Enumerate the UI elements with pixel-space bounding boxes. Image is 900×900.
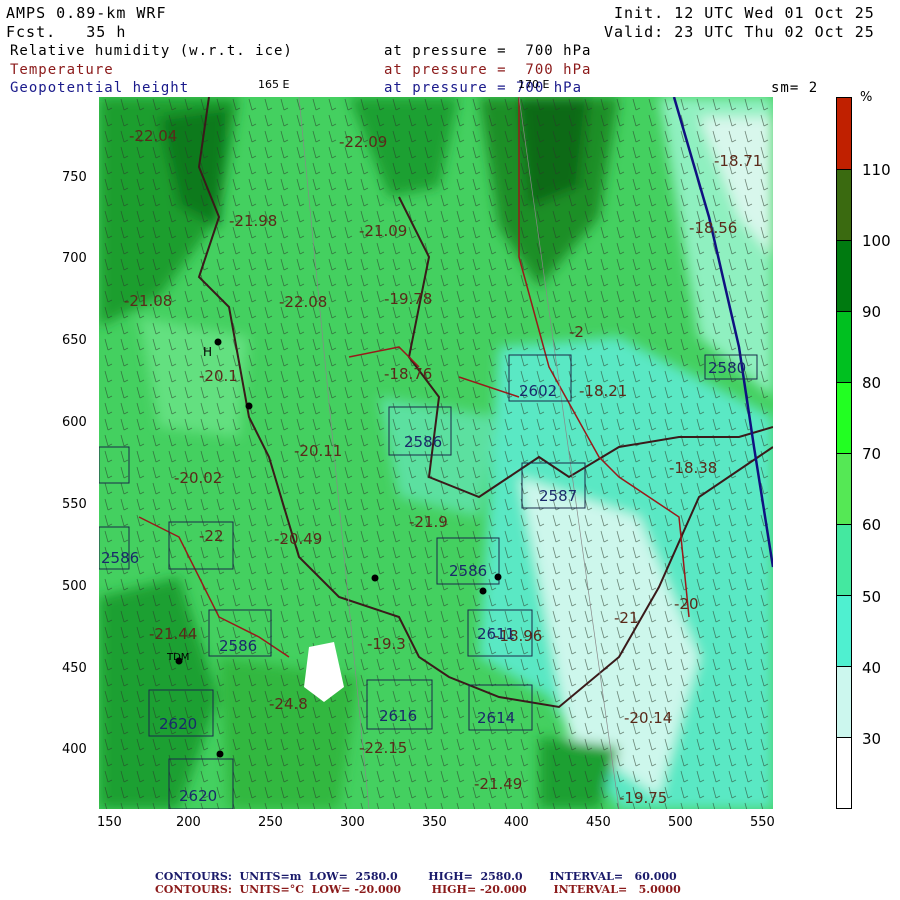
high-marker: H: [203, 345, 213, 359]
smoothing-label: sm= 2: [771, 80, 819, 96]
x-tick: 250: [258, 815, 283, 830]
temp-label: -22.04: [129, 127, 178, 145]
temp-label: -20.14: [624, 709, 673, 727]
field3-label: Geopotential height: [10, 80, 190, 96]
valid-time: Valid: 23 UTC Thu 02 Oct 25: [604, 23, 875, 41]
y-tick: 650: [62, 333, 87, 348]
y-tick: 700: [62, 251, 87, 266]
field1-label: Relative humidity (w.r.t. ice): [10, 43, 293, 59]
colorbar-segment: [837, 666, 851, 737]
height-label: 2586: [101, 549, 140, 567]
colorbar-label: 50: [862, 588, 882, 606]
colorbar-segment: [837, 240, 851, 311]
x-tick: 300: [340, 815, 365, 830]
height-label: 2586: [219, 637, 258, 655]
temp-label: -21.9: [409, 513, 448, 531]
model-title: AMPS 0.89-km WRF: [6, 4, 167, 22]
height-label: 2620: [179, 787, 218, 805]
temp-label: -21.08: [124, 292, 173, 310]
temp-label: -21.09: [359, 222, 408, 240]
field1-level: at pressure = 700 hPa: [384, 43, 592, 59]
footer-height-contours: CONTOURS: UNITS=m LOW= 2580.0 HIGH= 2580…: [155, 870, 677, 883]
colorbar-segment: [837, 453, 851, 524]
lon-170-label: 170 E: [518, 78, 550, 91]
x-tick: 400: [504, 815, 529, 830]
y-tick: 550: [62, 497, 87, 512]
temp-label: -2: [569, 323, 584, 341]
forecast-hour: Fcst. 35 h: [6, 23, 127, 41]
height-label: 2611: [477, 625, 516, 643]
colorbar-segment: [837, 98, 851, 169]
map-labels: -22.04 -22.09 -21.98 -21.09 -18.71 -18.5…: [99, 97, 773, 809]
temp-label: -21.98: [229, 212, 278, 230]
y-tick: 600: [62, 415, 87, 430]
temp-label: -20.02: [174, 469, 223, 487]
lon-165-label: 165 E: [258, 78, 290, 91]
x-tick: 500: [668, 815, 693, 830]
colorbar: [836, 97, 852, 809]
height-label: 2587: [539, 487, 578, 505]
init-time: Init. 12 UTC Wed 01 Oct 25: [614, 4, 875, 22]
temp-label: -21.49: [474, 775, 523, 793]
temp-label: -21: [614, 609, 639, 627]
temp-label: -18.21: [579, 382, 628, 400]
temp-label: -20.49: [274, 530, 323, 548]
field3-level: at pressure = 700 hPa: [384, 80, 583, 96]
colorbar-unit: %: [860, 90, 873, 105]
temp-label: -21.44: [149, 625, 198, 643]
temp-label: -20.11: [294, 442, 343, 460]
x-tick: 550: [750, 815, 775, 830]
field2-level: at pressure = 700 hPa: [384, 62, 592, 78]
y-tick: 400: [62, 742, 87, 757]
temp-label: -24.8: [269, 695, 308, 713]
temp-label: -22.08: [279, 293, 328, 311]
colorbar-label: 70: [862, 445, 882, 463]
colorbar-segment: [837, 595, 851, 666]
height-label: 2586: [404, 433, 443, 451]
colorbar-label: 30: [862, 730, 882, 748]
colorbar-segment: [837, 169, 851, 240]
colorbar-label: 90: [862, 303, 882, 321]
x-tick: 150: [97, 815, 122, 830]
temp-label: -22.15: [359, 739, 408, 757]
place-label: TDM: [167, 652, 190, 663]
height-label: 2602: [519, 382, 558, 400]
height-label: 2620: [159, 715, 198, 733]
colorbar-segment: [837, 311, 851, 382]
height-label: 2616: [379, 707, 418, 725]
footer-temp-contours: CONTOURS: UNITS=°C LOW= -20.000 HIGH= -2…: [155, 883, 681, 896]
colorbar-segment: [837, 524, 851, 595]
temp-label: -18.56: [689, 219, 738, 237]
colorbar-segment: [837, 737, 851, 808]
temp-label: -20.1: [199, 367, 238, 385]
temp-label: -19.78: [384, 290, 433, 308]
temp-label: -22: [199, 527, 224, 545]
colorbar-segment: [837, 382, 851, 453]
height-label: 2586: [449, 562, 488, 580]
colorbar-label: 110: [862, 161, 891, 179]
x-tick: 350: [422, 815, 447, 830]
height-label: 2614: [477, 709, 516, 727]
field2-label: Temperature: [10, 62, 114, 78]
y-tick: 500: [62, 579, 87, 594]
y-tick: 750: [62, 170, 87, 185]
temp-label: -18.71: [714, 152, 763, 170]
x-tick: 450: [586, 815, 611, 830]
temp-label: -18.38: [669, 459, 718, 477]
temp-label: -18.76: [384, 365, 433, 383]
colorbar-label: 40: [862, 659, 882, 677]
temp-label: -19.75: [619, 789, 668, 807]
colorbar-label: 60: [862, 516, 882, 534]
temp-label: -20: [674, 595, 699, 613]
temp-label: -19.3: [367, 635, 406, 653]
colorbar-label: 100: [862, 232, 891, 250]
x-tick: 200: [176, 815, 201, 830]
height-label: 2580: [708, 359, 747, 377]
colorbar-label: 80: [862, 374, 882, 392]
temp-label: -22.09: [339, 133, 388, 151]
y-tick: 450: [62, 661, 87, 676]
